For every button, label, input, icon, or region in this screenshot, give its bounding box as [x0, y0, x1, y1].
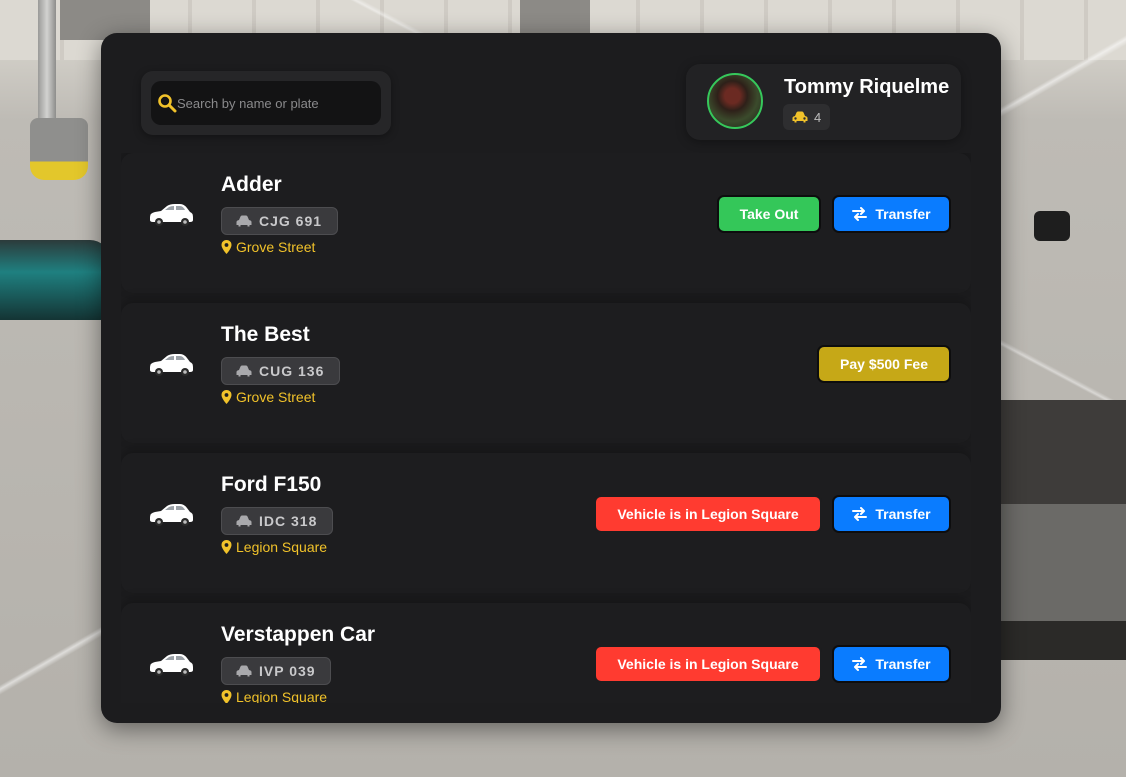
vehicle-row: Verstappen Car IVP 039 Legion Square Veh…: [121, 603, 971, 703]
lamp-pole: [38, 0, 56, 120]
car-icon: [150, 204, 193, 226]
pay-fee-button[interactable]: Pay $500 Fee: [817, 345, 951, 383]
car-icon: [236, 665, 252, 677]
plate-badge: IDC 318: [221, 507, 333, 535]
map-pin-icon: [221, 690, 232, 703]
take-out-button[interactable]: Take Out: [717, 195, 821, 233]
transfer-button[interactable]: Transfer: [832, 195, 951, 233]
location-label: Legion Square: [236, 539, 328, 555]
vehicle-row: Adder CJG 691 Grove Street Take Out Tran…: [121, 153, 971, 293]
vehicle-location: Legion Square: [221, 539, 327, 555]
transfer-arrows-icon: [852, 657, 868, 671]
transfer-button[interactable]: Transfer: [832, 645, 951, 683]
vehicle-location-status-button[interactable]: Vehicle is in Legion Square: [594, 495, 822, 533]
vehicle-name: The Best: [221, 323, 310, 346]
search-box[interactable]: [151, 81, 381, 125]
transfer-label: Transfer: [875, 656, 931, 672]
player-name: Tommy Riquelme: [784, 76, 950, 98]
location-status-label: Vehicle is in Legion Square: [617, 656, 799, 672]
plate-number: CUG 136: [259, 363, 325, 379]
vehicle-list: Adder CJG 691 Grove Street Take Out Tran…: [121, 153, 971, 703]
map-pin-icon: [221, 540, 232, 554]
car-icon: [150, 504, 193, 526]
player-profile: Tommy Riquelme 4: [686, 64, 961, 140]
transfer-label: Transfer: [875, 506, 931, 522]
tire-stack: [1034, 211, 1070, 241]
map-pin-icon: [221, 240, 232, 254]
vehicle-location: Legion Square: [221, 689, 327, 703]
bollard: [30, 118, 88, 180]
plate-badge: CUG 136: [221, 357, 340, 385]
car-icon: [150, 354, 193, 376]
vehicle-name: Ford F150: [221, 473, 322, 496]
transfer-arrows-icon: [852, 507, 868, 521]
plate-badge: CJG 691: [221, 207, 338, 235]
location-status-label: Vehicle is in Legion Square: [617, 506, 799, 522]
vehicle-count: 4: [814, 109, 822, 125]
pay-fee-label: Pay $500 Fee: [840, 356, 928, 372]
vehicle-name: Verstappen Car: [221, 623, 376, 646]
car-icon: [150, 654, 193, 676]
vehicle-count-badge: 4: [783, 104, 830, 130]
garage-panel: Tommy Riquelme 4 Adder: [101, 33, 1001, 723]
car-icon: [792, 111, 808, 123]
plate-number: IDC 318: [259, 513, 318, 529]
car-icon: [236, 215, 252, 227]
vehicle-row: Ford F150 IDC 318 Legion Square Vehicle …: [121, 453, 971, 593]
avatar: [707, 73, 763, 129]
parked-vehicle: [0, 240, 110, 320]
take-out-label: Take Out: [739, 206, 799, 222]
car-icon: [236, 515, 252, 527]
plate-badge: IVP 039: [221, 657, 331, 685]
location-label: Grove Street: [236, 239, 316, 255]
transfer-button[interactable]: Transfer: [832, 495, 951, 533]
transfer-label: Transfer: [875, 206, 931, 222]
map-pin-icon: [221, 390, 232, 404]
search-container: [141, 71, 391, 135]
car-icon: [236, 365, 252, 377]
truck-bed: [1000, 400, 1126, 660]
vehicle-location: Grove Street: [221, 389, 315, 405]
location-label: Legion Square: [236, 689, 328, 703]
transfer-arrows-icon: [852, 207, 868, 221]
location-label: Grove Street: [236, 389, 316, 405]
vehicle-location: Grove Street: [221, 239, 315, 255]
plate-number: CJG 691: [259, 213, 323, 229]
vehicle-location-status-button[interactable]: Vehicle is in Legion Square: [594, 645, 822, 683]
plate-number: IVP 039: [259, 663, 316, 679]
search-icon: [158, 94, 177, 113]
vehicle-name: Adder: [221, 173, 282, 196]
search-input[interactable]: [177, 91, 373, 115]
vehicle-row: The Best CUG 136 Grove Street Pay $500 F…: [121, 303, 971, 443]
